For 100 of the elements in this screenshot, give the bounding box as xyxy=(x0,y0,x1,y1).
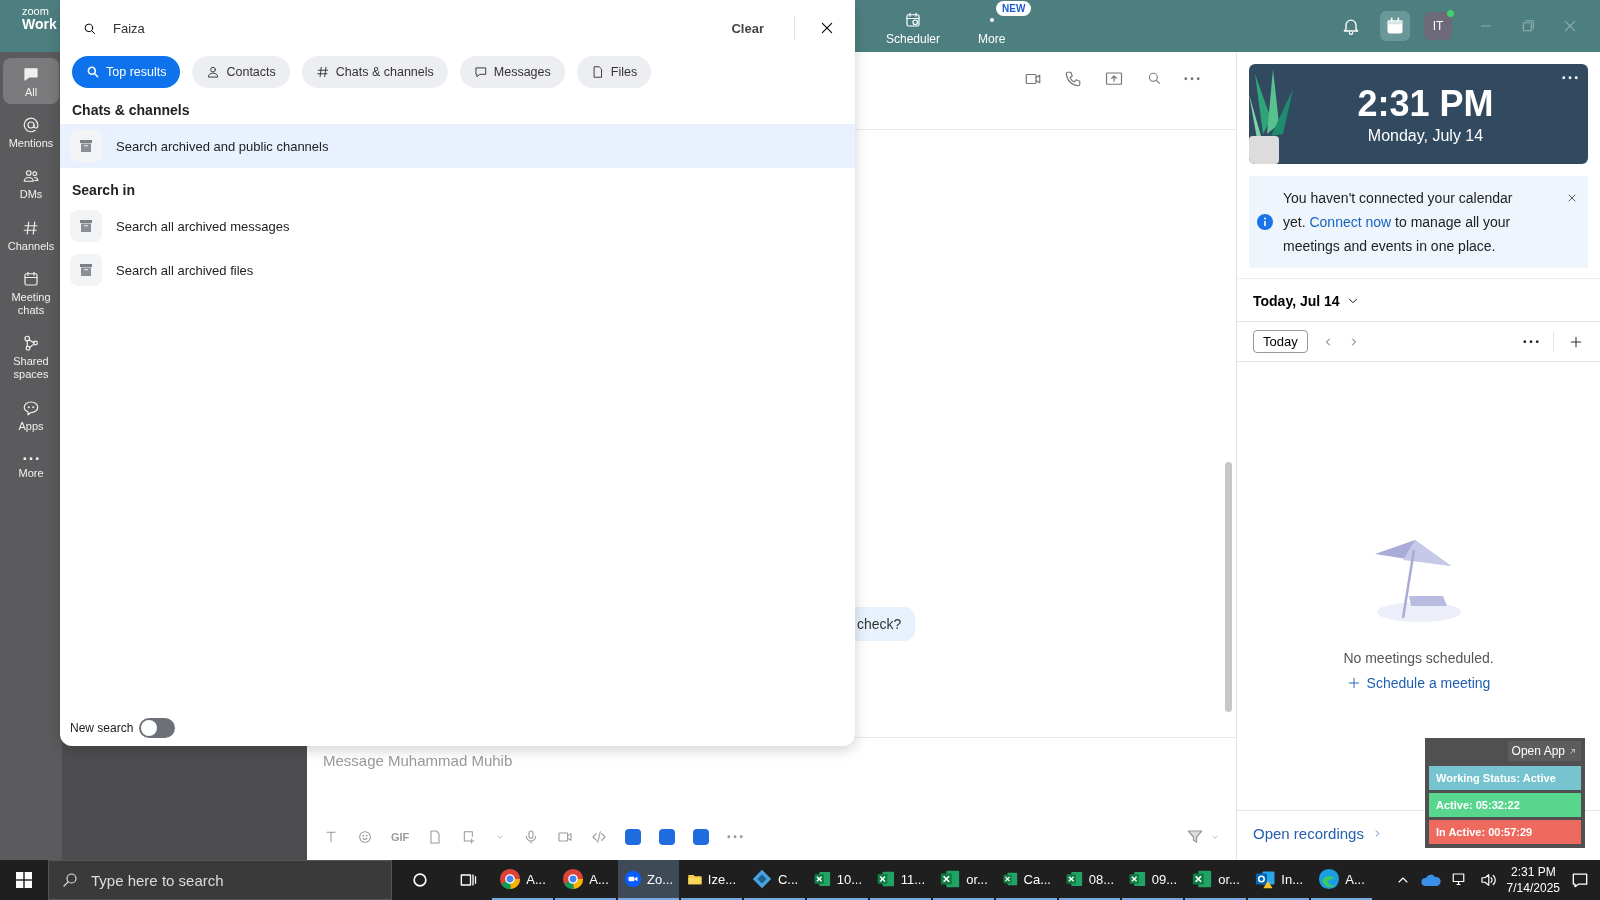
search-result-row[interactable]: Search all archived messages xyxy=(60,204,855,248)
taskbar-app[interactable]: Ca... xyxy=(996,860,1057,900)
app-icon[interactable] xyxy=(693,829,710,845)
nodes-icon xyxy=(22,334,40,353)
connect-link[interactable]: Connect now xyxy=(1309,214,1392,230)
scrollbar[interactable] xyxy=(1225,462,1232,712)
date-heading[interactable]: Today, Jul 14 xyxy=(1253,293,1340,309)
sidebar-item[interactable]: Channels xyxy=(3,211,59,258)
schedule-meeting-link[interactable]: Schedule a meeting xyxy=(1340,674,1497,692)
open-app-button[interactable]: Open App xyxy=(1507,741,1581,761)
clear-button[interactable]: Clear xyxy=(725,19,770,37)
search-result-row[interactable]: Search all archived files xyxy=(60,248,855,292)
browser-icon xyxy=(562,868,585,890)
status-row: In Active: 00:57:29 xyxy=(1429,820,1581,844)
taskbar-time[interactable]: 2:31 PM xyxy=(1510,863,1556,880)
search-result-row[interactable]: Search archived and public channels xyxy=(60,124,855,168)
phone-icon[interactable] xyxy=(1064,70,1082,88)
taskbar-app[interactable]: Ize... xyxy=(681,860,742,900)
browser-icon xyxy=(1318,868,1341,890)
sidebar-item[interactable]: Mentions xyxy=(3,109,59,156)
spreadsheet-icon xyxy=(1191,868,1214,890)
hash-icon xyxy=(315,65,330,79)
sidebar-item[interactable]: More xyxy=(3,442,59,486)
search-icon xyxy=(61,871,79,889)
sidebar-item[interactable]: Shared spaces xyxy=(3,327,59,387)
calendar-icon xyxy=(22,269,40,288)
circle-icon[interactable] xyxy=(410,870,430,890)
message-bubble: check? xyxy=(853,607,916,641)
logo-text: zoom xyxy=(22,6,50,17)
calendar-clock-icon xyxy=(904,11,922,29)
windows-icon[interactable] xyxy=(16,872,32,888)
taskbar-app[interactable]: or... xyxy=(1185,860,1246,900)
chat-icon xyxy=(22,65,40,83)
spreadsheet-icon xyxy=(939,868,962,890)
filter-chip[interactable]: Top results xyxy=(72,56,181,88)
archive-icon xyxy=(70,130,102,162)
sidebar-item[interactable]: DMs xyxy=(3,160,59,207)
cloud-icon[interactable] xyxy=(1420,872,1441,888)
sidebar-item[interactable]: Apps xyxy=(3,391,59,438)
taskbar-app[interactable]: or... xyxy=(933,860,994,900)
nav-tab[interactable]: Scheduler xyxy=(882,10,945,46)
close-icon[interactable] xyxy=(819,20,835,36)
send-icon xyxy=(1186,828,1204,846)
taskbar-app[interactable]: 09... xyxy=(1122,860,1183,900)
empty-state-text: No meetings scheduled. xyxy=(1343,650,1494,666)
more-icon[interactable] xyxy=(1562,76,1578,80)
user-avatar[interactable]: IT xyxy=(1424,12,1452,40)
taskbar-date[interactable]: 7/14/2025 xyxy=(1506,880,1560,897)
code-icon xyxy=(591,829,608,845)
taskbar-app[interactable]: A... xyxy=(555,860,616,900)
taskbar-app[interactable]: 10... xyxy=(807,860,868,900)
hash-icon xyxy=(22,218,40,237)
archive-icon xyxy=(70,254,102,286)
sidebar-item[interactable]: Meeting chats xyxy=(3,262,59,323)
filter-chip[interactable]: Files xyxy=(576,56,652,88)
volume-icon[interactable] xyxy=(1478,871,1497,889)
clock-time: 2:31 PM xyxy=(1357,83,1494,125)
filter-chip[interactable]: Contacts xyxy=(192,56,290,88)
more-icon[interactable] xyxy=(1523,339,1539,344)
taskbar-app[interactable]: C... xyxy=(744,860,805,900)
taskbar-app[interactable]: In... xyxy=(1248,860,1309,900)
notice-text: You haven't connected your calendar yet. Connect now to manage all your meetings and events in one place. xyxy=(1283,189,1514,256)
recordings-link[interactable]: Open recordings xyxy=(1253,825,1364,842)
status-row: Working Status: Active xyxy=(1429,766,1581,790)
toggle-label: New search xyxy=(70,721,134,735)
close-icon[interactable] xyxy=(1566,192,1578,204)
calendar-app-icon[interactable] xyxy=(1380,11,1410,41)
taskbar-app[interactable]: A... xyxy=(1311,860,1372,900)
section-heading: Chats & channels xyxy=(71,101,191,120)
taskbar-app[interactable]: A... xyxy=(492,860,553,900)
person-icon xyxy=(206,65,221,79)
toggle-switch[interactable] xyxy=(139,718,176,738)
today-button[interactable]: Today xyxy=(1253,330,1308,353)
video-icon xyxy=(557,829,574,845)
new-badge: NEW xyxy=(996,1,1032,16)
diamond-icon xyxy=(750,868,773,890)
comment-icon xyxy=(473,65,488,79)
filter-chip[interactable]: Messages xyxy=(459,56,565,88)
clock-date: Monday, July 14 xyxy=(1367,127,1484,145)
sidebar-item[interactable]: All xyxy=(3,58,59,105)
taskbar-search-field[interactable]: Type here to search xyxy=(48,860,392,900)
speech-bubble-icon xyxy=(22,398,40,417)
taskbar-app[interactable]: 08... xyxy=(1059,860,1120,900)
app-icon[interactable] xyxy=(659,829,676,845)
share-screen-icon[interactable] xyxy=(1104,70,1124,88)
app-icon[interactable] xyxy=(625,829,642,845)
plus-icon xyxy=(1346,676,1361,690)
text-format-icon xyxy=(323,829,339,845)
taskbar-app[interactable]: 11... xyxy=(870,860,931,900)
archive-icon xyxy=(70,210,102,242)
search-icon[interactable] xyxy=(1146,70,1162,86)
filter-chip[interactable]: Chats & channels xyxy=(301,56,448,88)
search-field[interactable]: Faiza xyxy=(111,19,712,37)
logo-text: Work xyxy=(22,17,58,31)
arrow-icon xyxy=(1568,746,1577,756)
search-icon xyxy=(86,65,100,79)
more-icon xyxy=(23,456,39,461)
taskbar-app[interactable]: Zo... xyxy=(618,860,679,900)
status-row: Active: 05:32:22 xyxy=(1429,793,1581,817)
dot-icon xyxy=(989,18,994,22)
